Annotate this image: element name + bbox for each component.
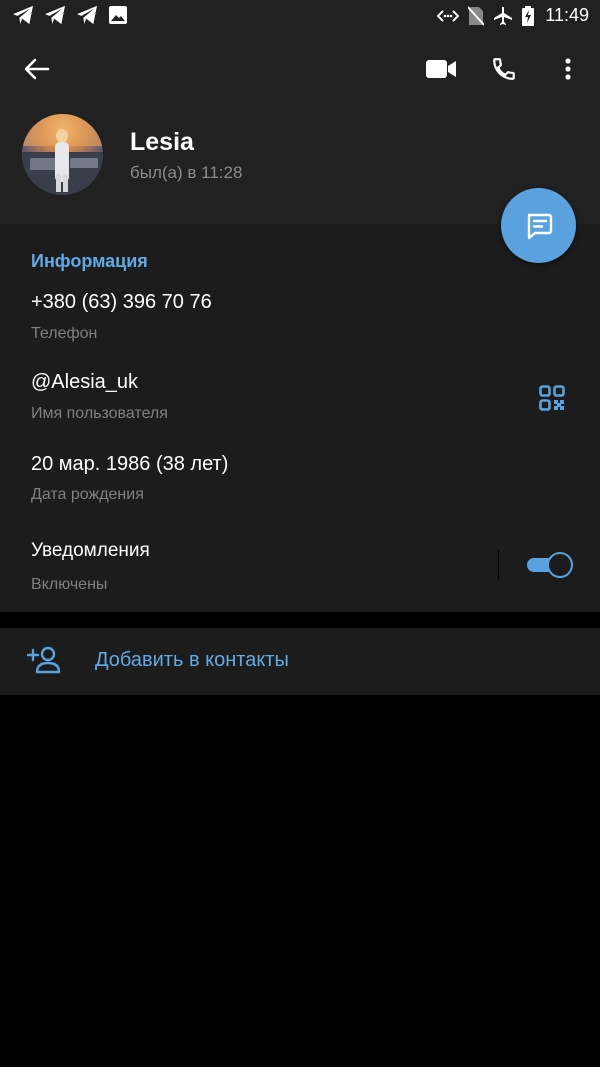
data-sync-icon xyxy=(437,9,460,22)
profile-header: Lesia был(а) в 11:28 xyxy=(0,34,600,224)
image-icon xyxy=(109,6,127,24)
birthday: 20 мар. 1986 (38 лет) xyxy=(31,453,229,475)
divider xyxy=(498,550,499,580)
last-seen-status: был(а) в 11:28 xyxy=(130,163,243,182)
contact-name: Lesia xyxy=(130,128,194,156)
add-contact-button[interactable]: Добавить в контакты xyxy=(0,628,600,695)
username[interactable]: @Alesia_uk xyxy=(31,371,138,394)
video-call-icon[interactable] xyxy=(423,54,459,84)
phone-call-icon[interactable] xyxy=(488,54,520,84)
message-fab[interactable] xyxy=(501,188,576,263)
add-contact-label: Добавить в контакты xyxy=(95,649,289,671)
battery-charging-icon xyxy=(522,5,535,26)
notifications-toggle[interactable] xyxy=(527,552,573,578)
telegram-icon xyxy=(13,5,33,25)
more-vert-icon[interactable] xyxy=(554,54,582,84)
info-section-title: Информация xyxy=(31,251,148,271)
info-section: Информация +380 (63) 396 70 76 Телефон @… xyxy=(0,224,600,612)
status-time: 11:49 xyxy=(545,5,589,25)
birthday-label: Дата рождения xyxy=(31,486,144,503)
notifications-status: Включены xyxy=(31,576,108,593)
telegram-icon xyxy=(45,5,65,25)
airplane-icon xyxy=(494,6,513,25)
qr-code-icon[interactable] xyxy=(539,385,565,416)
status-bar: 11:49 xyxy=(0,0,600,34)
add-person-icon xyxy=(27,645,61,675)
notifications-title: Уведомления xyxy=(31,540,150,561)
phone-number[interactable]: +380 (63) 396 70 76 xyxy=(31,291,212,314)
phone-label: Телефон xyxy=(31,325,98,342)
username-label: Имя пользователя xyxy=(31,405,168,422)
avatar[interactable] xyxy=(22,114,103,195)
back-arrow-icon[interactable] xyxy=(20,54,54,84)
telegram-icon xyxy=(77,5,97,25)
message-icon xyxy=(527,213,552,239)
no-sim-icon xyxy=(468,5,485,26)
